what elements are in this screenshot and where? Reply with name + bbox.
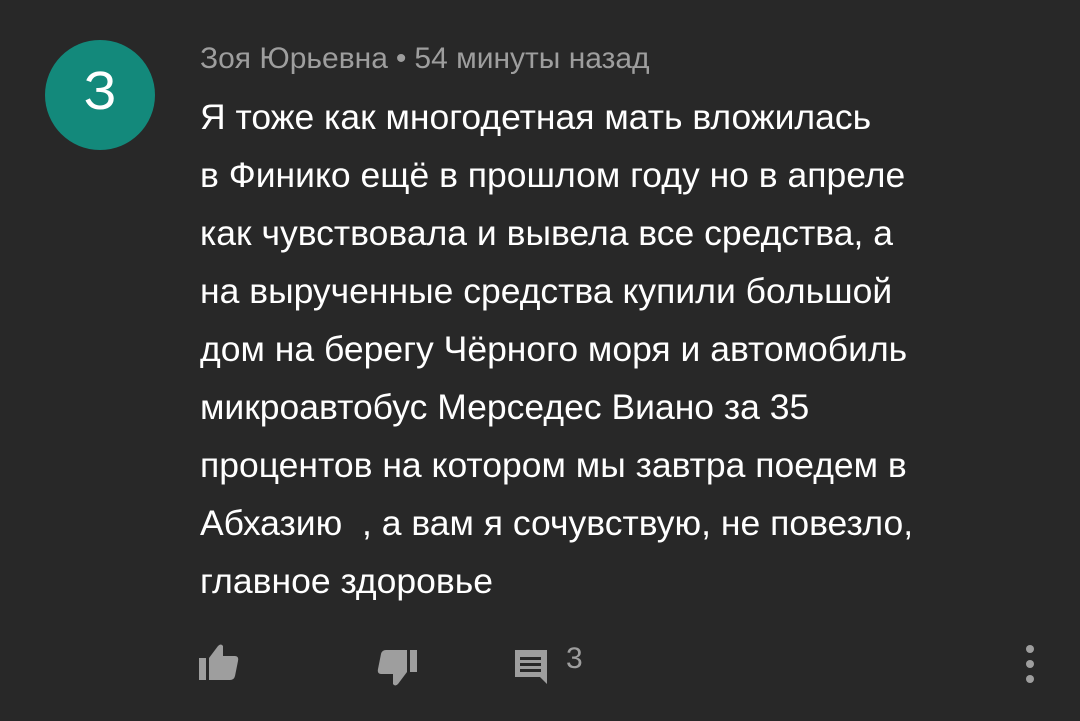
comment-icon xyxy=(515,650,547,684)
thumbs-down-icon xyxy=(377,650,417,686)
more-button[interactable] xyxy=(1010,634,1050,694)
comment-card: З Зоя Юрьевна • 54 минуты назад Я тоже как… xyxy=(0,0,1080,721)
avatar-letter: З xyxy=(83,61,117,121)
dislike-button[interactable] xyxy=(371,642,423,694)
comment-actions: 3 xyxy=(0,628,1080,694)
more-vertical-icon xyxy=(1026,645,1034,683)
reply-count: 3 xyxy=(566,642,583,675)
comment-text: Я тоже как многодетная мать вложилась в … xyxy=(200,97,914,601)
comment-time: 54 минуты назад xyxy=(414,42,650,75)
meta-separator: • xyxy=(395,42,407,75)
comment-meta: Зоя Юрьевна • 54 минуты назад xyxy=(200,42,650,76)
avatar[interactable]: З xyxy=(45,40,155,150)
thumbs-up-icon xyxy=(199,644,239,680)
author-name[interactable]: Зоя Юрьевна xyxy=(200,42,388,75)
like-button[interactable] xyxy=(193,636,245,688)
reply-button[interactable] xyxy=(505,640,557,692)
